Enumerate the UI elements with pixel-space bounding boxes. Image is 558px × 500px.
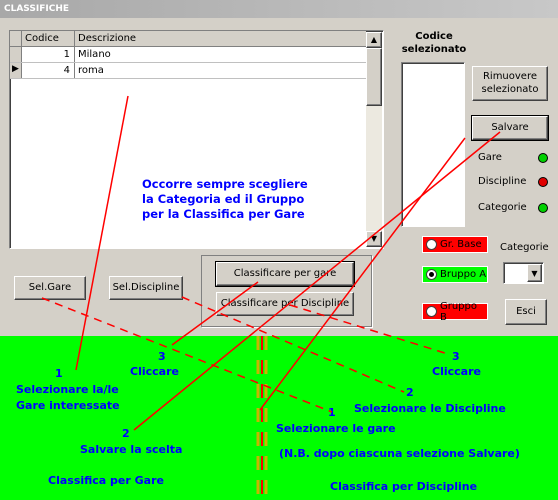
arrow-line-step2-save xyxy=(133,131,501,431)
annotation-overlay xyxy=(41,95,501,500)
dashed-line-step1-disc xyxy=(41,297,333,413)
arrow-line-step3-gare xyxy=(171,281,259,346)
arrow-line-disc-save xyxy=(259,137,466,411)
dashed-line-step3-disc xyxy=(289,304,449,355)
dashed-line-step2-disc xyxy=(181,296,405,393)
divider-dashes xyxy=(256,336,268,500)
